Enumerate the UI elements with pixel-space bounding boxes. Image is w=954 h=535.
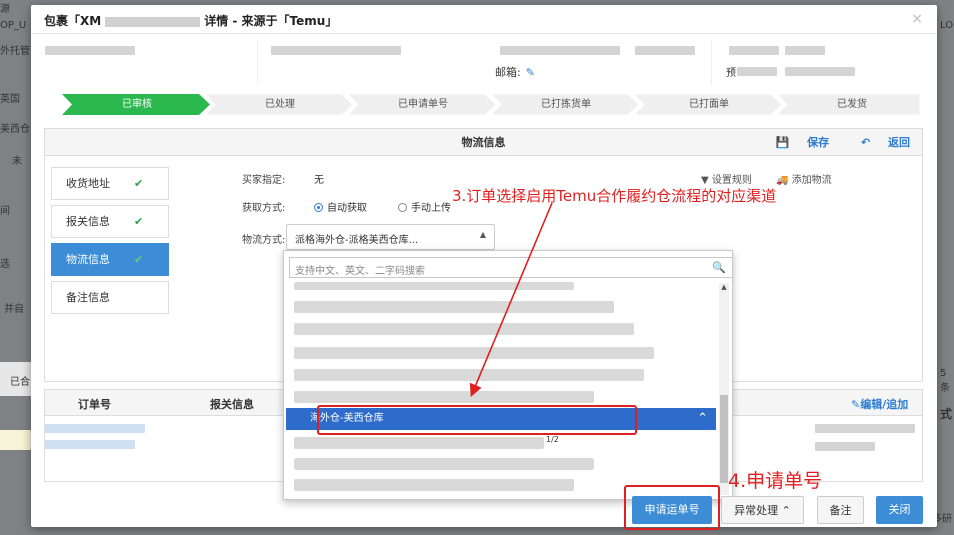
annotation-arrow bbox=[469, 202, 553, 397]
